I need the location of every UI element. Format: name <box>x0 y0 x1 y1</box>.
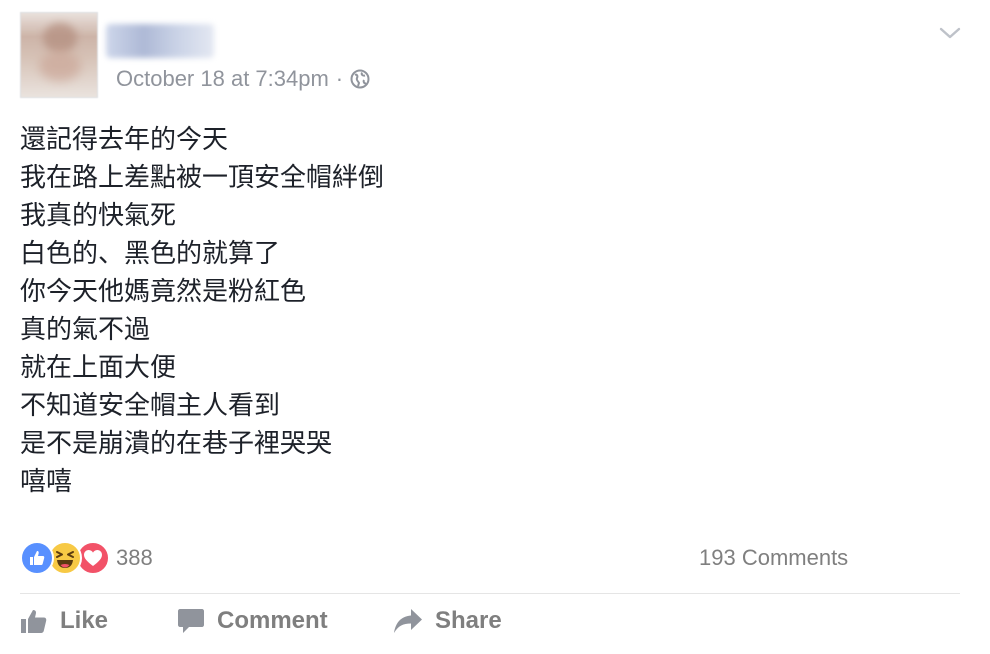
avatar[interactable] <box>20 12 98 98</box>
post-text-line: 就在上面大便 <box>20 353 177 383</box>
post-text-line: 我真的快氣死 <box>20 201 177 231</box>
reaction-count[interactable]: 388 <box>116 545 153 571</box>
post-text-line: 你今天他媽竟然是粉紅色 <box>20 277 307 307</box>
like-label: Like <box>60 607 109 634</box>
author-name-blurred[interactable] <box>106 24 214 58</box>
share-button[interactable]: Share <box>393 607 502 635</box>
post-text: 還記得去年的今天 我在路上差點被一頂安全帽絆倒 我真的快氣死 白色的、黑色的就算… <box>20 121 384 501</box>
reactions-summary[interactable]: 388 <box>20 541 153 575</box>
thumbs-up-icon <box>21 610 47 633</box>
post-text-line: 嘻嘻 <box>20 467 73 497</box>
meta-separator: · <box>335 66 344 91</box>
chevron-down-icon[interactable] <box>938 24 962 42</box>
comments-count[interactable]: 193 Comments <box>699 545 848 571</box>
share-arrow-icon <box>394 609 422 633</box>
post-text-line: 我在路上差點被一頂安全帽絆倒 <box>20 163 385 193</box>
globe-icon[interactable] <box>350 69 370 89</box>
like-button[interactable]: Like <box>20 607 108 635</box>
post-text-line: 真的氣不過 <box>20 315 151 345</box>
comment-button[interactable]: Comment <box>177 607 328 635</box>
divider <box>20 593 960 594</box>
like-reaction-icon[interactable] <box>20 541 54 575</box>
post-timestamp[interactable]: October 18 at 7:34pm <box>116 66 329 92</box>
post-meta: October 18 at 7:34pm · <box>116 66 370 92</box>
post-text-line: 白色的、黑色的就算了 <box>20 239 281 269</box>
post-text-line: 不知道安全帽主人看到 <box>20 391 281 421</box>
post-text-line: 還記得去年的今天 <box>20 125 229 155</box>
share-label: Share <box>435 607 502 634</box>
post-text-line: 是不是崩潰的在巷子裡哭哭 <box>20 429 333 459</box>
comment-label: Comment <box>217 607 328 634</box>
comment-bubble-icon <box>178 609 204 633</box>
